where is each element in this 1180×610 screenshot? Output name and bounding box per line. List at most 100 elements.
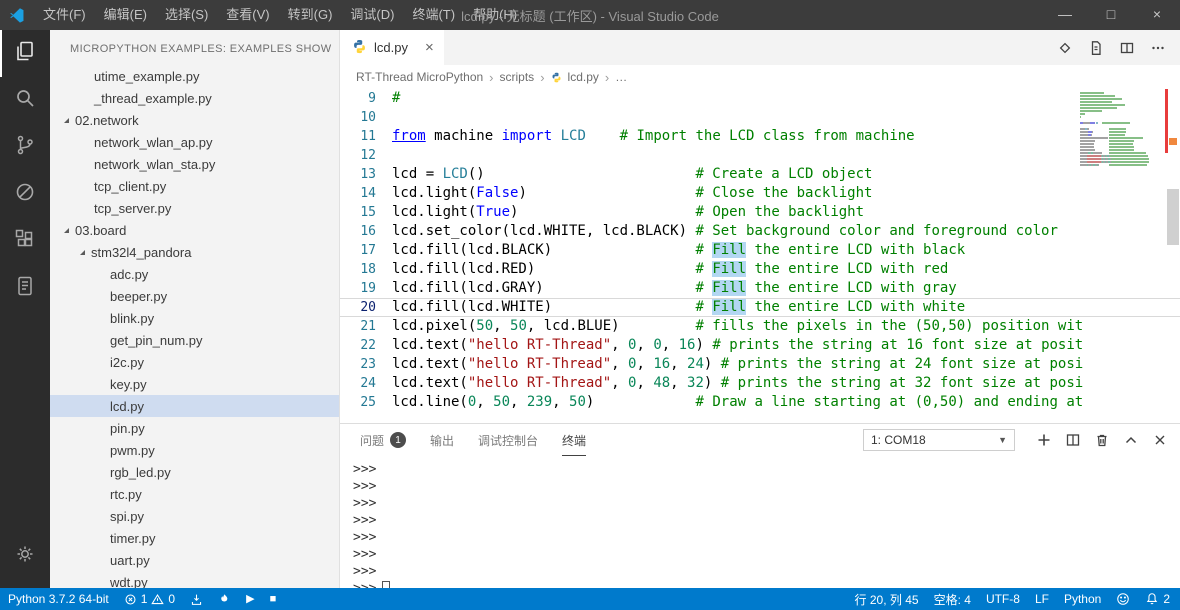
tree-item-pin-py[interactable]: pin.py <box>50 417 339 439</box>
menu-item[interactable]: 编辑(E) <box>95 0 156 30</box>
code-line-21[interactable]: 21lcd.pixel(50, 50, lcd.BLUE) # fills th… <box>340 317 1180 336</box>
tree-item-lcd-py[interactable]: lcd.py <box>50 395 339 417</box>
twistie-icon <box>80 250 85 255</box>
tree-item-03-board[interactable]: 03.board <box>50 219 339 241</box>
menu-item[interactable]: 转到(G) <box>279 0 342 30</box>
code-line-13[interactable]: 13lcd = LCD() # Create a LCD object <box>340 165 1180 184</box>
menu-item[interactable]: 终端(T) <box>403 0 464 30</box>
close-panel-icon[interactable] <box>1152 432 1168 448</box>
activity-manage[interactable] <box>0 533 50 580</box>
tree-item-timer-py[interactable]: timer.py <box>50 527 339 549</box>
terminal[interactable]: >>>>>>>>>>>>>>>>>>>>>>>> <box>340 456 1180 588</box>
tree-item-beeper-py[interactable]: beeper.py <box>50 285 339 307</box>
minimap[interactable] <box>1080 92 1164 167</box>
tree-item-network_wlan_sta-py[interactable]: network_wlan_sta.py <box>50 153 339 175</box>
tree-item-tcp_client-py[interactable]: tcp_client.py <box>50 175 339 197</box>
activity-examples[interactable] <box>0 265 50 312</box>
status-language[interactable]: Python <box>1064 592 1101 606</box>
code-line-20[interactable]: 20lcd.fill(lcd.WHITE) # Fill the entire … <box>340 298 1180 317</box>
tree-item-wdt-py[interactable]: wdt.py <box>50 571 339 588</box>
tab-lcd-py[interactable]: lcd.py × <box>340 30 444 65</box>
tree-item-i2c-py[interactable]: i2c.py <box>50 351 339 373</box>
code-line-24[interactable]: 24lcd.text("hello RT-Thread", 0, 48, 32)… <box>340 374 1180 393</box>
tree-item-key-py[interactable]: key.py <box>50 373 339 395</box>
status-eol[interactable]: LF <box>1035 592 1049 606</box>
code-line-16[interactable]: 16lcd.set_color(lcd.WHITE, lcd.BLACK) # … <box>340 222 1180 241</box>
menu-item[interactable]: 调试(D) <box>341 0 403 30</box>
code-editor[interactable]: 9#1011from machine import LCD # Import t… <box>340 89 1180 423</box>
tree-item-stm32l4_pandora[interactable]: stm32l4_pandora <box>50 241 339 263</box>
status-line-col[interactable]: 行 20, 列 45 <box>855 591 919 608</box>
activity-extensions[interactable] <box>0 218 50 265</box>
panel-tab-label: 问题 <box>360 432 384 449</box>
menu-item[interactable]: 文件(F) <box>34 0 95 30</box>
activity-search[interactable] <box>0 77 50 124</box>
panel-tab-output[interactable]: 输出 <box>430 424 454 456</box>
status-indentation[interactable]: 空格: 4 <box>934 591 971 608</box>
close-button[interactable]: × <box>1134 0 1180 30</box>
breadcrumb-item[interactable]: RT-Thread MicroPython <box>356 70 483 84</box>
code-line-10[interactable]: 10 <box>340 108 1180 127</box>
tree-item-adc-py[interactable]: adc.py <box>50 263 339 285</box>
status-stop-button[interactable]: ■ <box>270 594 277 605</box>
examples-icon <box>13 274 37 303</box>
status-run-button[interactable]: ▶ <box>246 594 254 605</box>
status-problems[interactable]: 1 0 <box>124 592 175 606</box>
code-line-18[interactable]: 18lcd.fill(lcd.RED) # Fill the entire LC… <box>340 260 1180 279</box>
open-preview-icon[interactable] <box>1088 40 1104 56</box>
tree-item-rtc-py[interactable]: rtc.py <box>50 483 339 505</box>
minimize-button[interactable]: — <box>1042 0 1088 30</box>
kill-terminal-icon[interactable] <box>1094 432 1110 448</box>
scrollbar-thumb[interactable] <box>1167 189 1179 245</box>
more-actions-icon[interactable] <box>1150 40 1166 56</box>
tree-item-rgb_led-py[interactable]: rgb_led.py <box>50 461 339 483</box>
status-flash-button[interactable] <box>218 593 231 606</box>
new-terminal-icon[interactable] <box>1036 432 1052 448</box>
terminal-select[interactable]: 1: COM18 ▼ <box>863 429 1015 451</box>
minimap-seg <box>1109 164 1147 166</box>
status-notifications[interactable]: 2 <box>1145 592 1170 606</box>
menu-item[interactable]: 查看(V) <box>217 0 278 30</box>
breadcrumb-item[interactable]: scripts <box>500 70 535 84</box>
tree-item-get_pin_num-py[interactable]: get_pin_num.py <box>50 329 339 351</box>
tree-item-utime_example-py[interactable]: utime_example.py <box>50 65 339 87</box>
maximize-panel-icon[interactable] <box>1123 432 1139 448</box>
split-editor-icon[interactable] <box>1119 40 1135 56</box>
code-line-9[interactable]: 9# <box>340 89 1180 108</box>
code-line-19[interactable]: 19lcd.fill(lcd.GRAY) # Fill the entire L… <box>340 279 1180 298</box>
panel-tab-problems[interactable]: 问题1 <box>360 424 406 456</box>
activity-source-control[interactable] <box>0 124 50 171</box>
code-line-25[interactable]: 25lcd.line(0, 50, 239, 50) # Draw a line… <box>340 393 1180 412</box>
split-terminal-icon[interactable] <box>1065 432 1081 448</box>
tree-item-spi-py[interactable]: spi.py <box>50 505 339 527</box>
code-line-23[interactable]: 23lcd.text("hello RT-Thread", 0, 16, 24)… <box>340 355 1180 374</box>
tree-item-02-network[interactable]: 02.network <box>50 109 339 131</box>
status-download-button[interactable] <box>190 593 203 606</box>
breadcrumb-item[interactable]: … <box>615 70 627 84</box>
tree-item-uart-py[interactable]: uart.py <box>50 549 339 571</box>
code-line-14[interactable]: 14lcd.light(False) # Close the backlight <box>340 184 1180 203</box>
tree-item-blink-py[interactable]: blink.py <box>50 307 339 329</box>
status-encoding[interactable]: UTF-8 <box>986 592 1020 606</box>
code-line-15[interactable]: 15lcd.light(True) # Open the backlight <box>340 203 1180 222</box>
editor-scrollbar[interactable] <box>1166 89 1180 423</box>
breadcrumb-item[interactable]: lcd.py <box>568 70 599 84</box>
panel-tab-terminal[interactable]: 终端 <box>562 424 586 456</box>
open-changes-icon[interactable] <box>1057 40 1073 56</box>
code-line-11[interactable]: 11from machine import LCD # Import the L… <box>340 127 1180 146</box>
menu-item[interactable]: 选择(S) <box>156 0 217 30</box>
tree-item-_thread_example-py[interactable]: _thread_example.py <box>50 87 339 109</box>
code-line-17[interactable]: 17lcd.fill(lcd.BLACK) # Fill the entire … <box>340 241 1180 260</box>
close-tab-icon[interactable]: × <box>425 39 434 56</box>
activity-run[interactable] <box>0 171 50 218</box>
status-feedback[interactable] <box>1116 592 1130 606</box>
maximize-button[interactable]: □ <box>1088 0 1134 30</box>
activity-explorer[interactable] <box>0 30 50 77</box>
code-line-12[interactable]: 12 <box>340 146 1180 165</box>
code-line-22[interactable]: 22lcd.text("hello RT-Thread", 0, 0, 16) … <box>340 336 1180 355</box>
status-python-version[interactable]: Python 3.7.2 64-bit <box>8 592 109 606</box>
tree-item-network_wlan_ap-py[interactable]: network_wlan_ap.py <box>50 131 339 153</box>
tree-item-pwm-py[interactable]: pwm.py <box>50 439 339 461</box>
tree-item-tcp_server-py[interactable]: tcp_server.py <box>50 197 339 219</box>
panel-tab-debug-console[interactable]: 调试控制台 <box>478 424 538 456</box>
